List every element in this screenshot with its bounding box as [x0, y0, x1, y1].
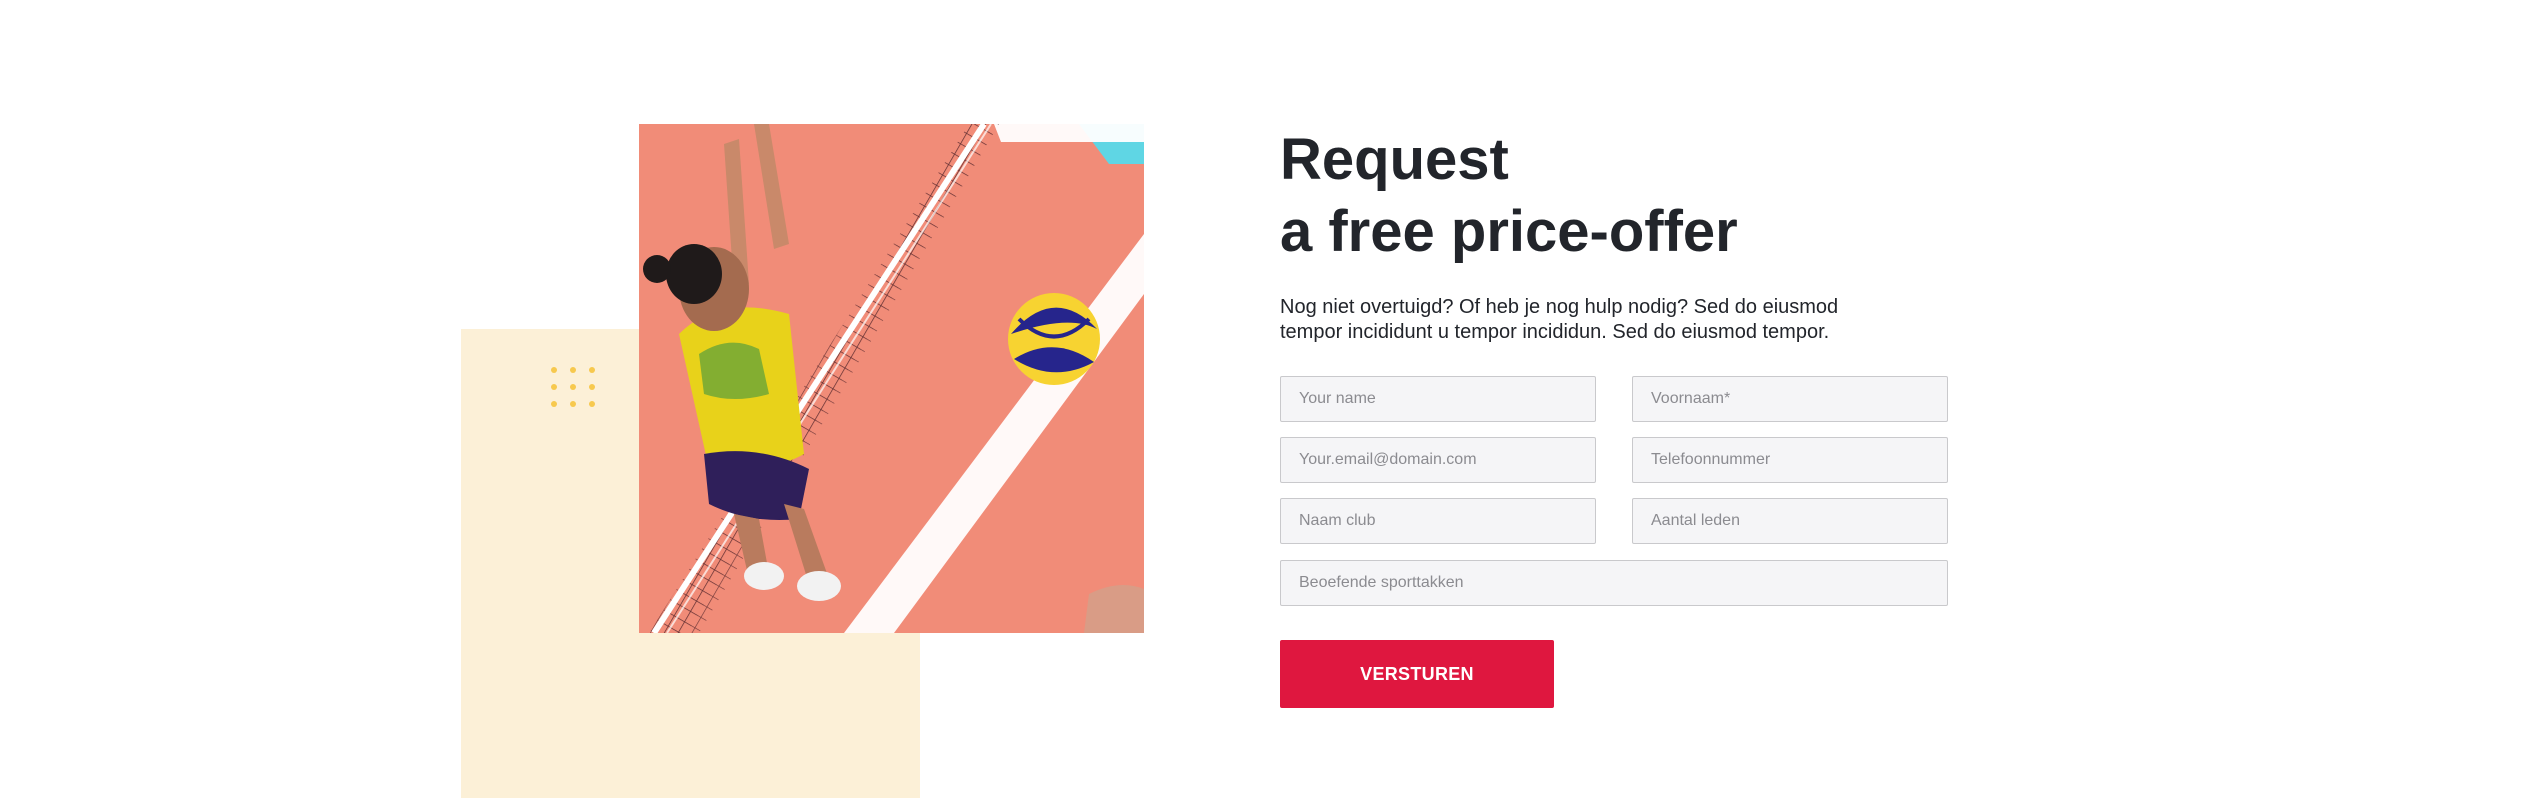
decorative-dot-grid	[551, 367, 595, 407]
title-line-2: a free price-offer	[1280, 199, 1738, 264]
name-input[interactable]	[1280, 376, 1596, 422]
intro-text: Nog niet overtuigd? Of heb je nog hulp n…	[1280, 296, 1839, 343]
submit-button[interactable]: VERSTUREN	[1280, 640, 1554, 708]
member-count-input[interactable]	[1632, 498, 1948, 544]
firstname-input[interactable]	[1632, 376, 1948, 422]
email-input[interactable]	[1280, 437, 1596, 483]
price-offer-section: Request a free price-offer Nog niet over…	[1280, 124, 1980, 708]
phone-input[interactable]	[1632, 437, 1948, 483]
sports-input[interactable]	[1280, 560, 1948, 606]
volleyball-photo	[639, 124, 1144, 633]
club-name-input[interactable]	[1280, 498, 1596, 544]
title-line-1: Request	[1280, 127, 1509, 192]
page-title: Request a free price-offer	[1280, 124, 1980, 268]
